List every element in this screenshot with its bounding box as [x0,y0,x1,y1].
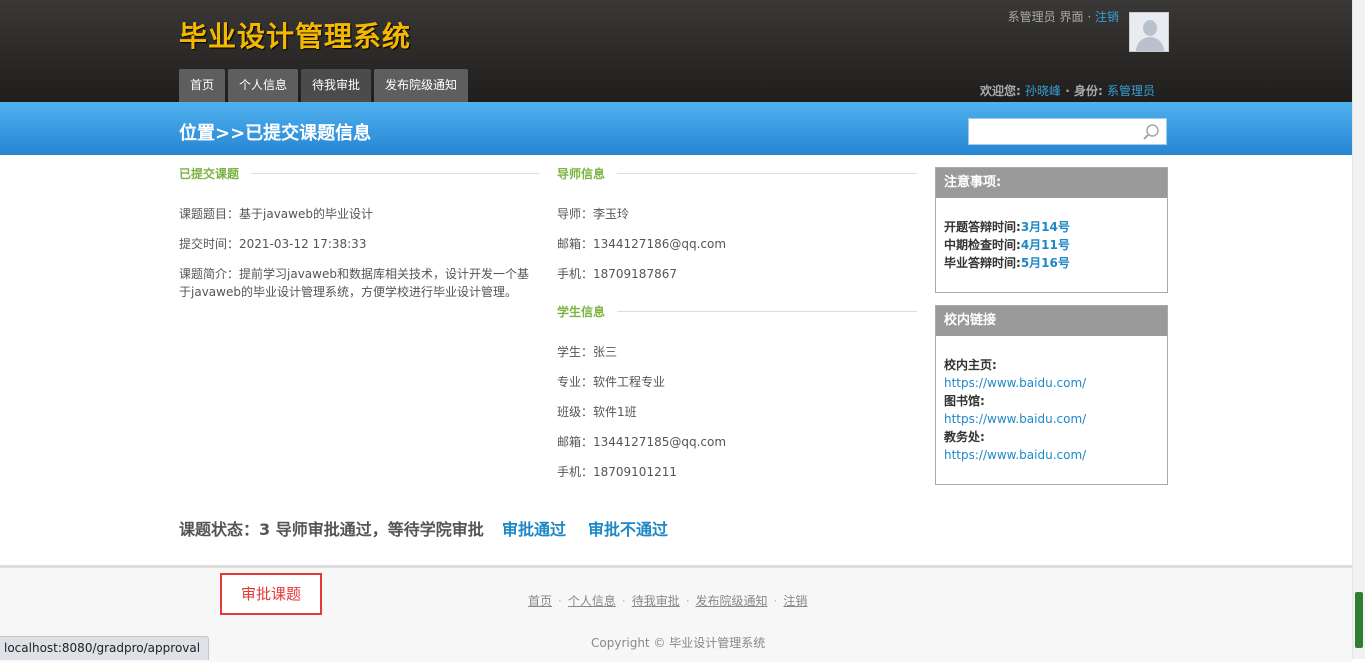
link-label-text: 校内主页: [944,358,997,372]
student-major: 专业：软件工程专业 [557,375,666,389]
links-list: 校内主页: https://www.baidu.com/ 图书馆: https:… [936,336,1167,472]
section-title: 学生信息 [557,305,606,319]
notice-label: 中期检查时间: [944,238,1021,252]
approve-link[interactable]: 审批通过 [502,516,566,540]
avatar-head-icon [1143,20,1157,36]
separator: · [1087,10,1092,24]
topic-title: 课题题目：基于javaweb的毕业设计 [179,207,373,221]
breadcrumb: 位置>>已提交课题信息 [179,123,372,144]
section-student-info: 学生信息 [557,303,917,320]
notice-value: 5月16号 [1020,256,1070,270]
divider [251,173,539,174]
footer-link-home[interactable]: 首页 [528,594,552,608]
footer-link-profile[interactable]: 个人信息 [568,594,616,608]
notice-value: 4月11号 [1020,238,1070,252]
user-top-bar: 系管理员 界面 · 注销 [1008,8,1119,25]
welcome-label: 欢迎您: [980,84,1021,98]
teacher-email: 邮箱：1344127186@qq.com [557,237,727,251]
notice-list: 开题答辩时间:3月14号 中期检查时间:4月11号 毕业答辩时间:5月16号 [936,198,1167,280]
section-submitted-topic: 已提交课题 [179,165,539,182]
notice-label: 开题答辩时间: [944,220,1021,234]
nav-tab-pending-approval[interactable]: 待我审批 [301,69,372,102]
user-name-link[interactable]: 孙晓峰 [1025,84,1061,98]
teacher-name: 导师：李玉玲 [557,207,630,221]
copyright: Copyright © 毕业设计管理系统 [591,636,766,650]
nav-tab-profile[interactable]: 个人信息 [228,69,299,102]
link-label: 校内主页: [944,356,1159,374]
role-interface-label: 系管理员 界面 [1007,10,1084,24]
notice-value: 3月14号 [1020,220,1070,234]
link-library[interactable]: https://www.baidu.com/ [944,412,1086,426]
logout-link[interactable]: 注销 [1095,10,1119,24]
avatar[interactable] [1129,12,1169,52]
list-item: 毕业答辩时间:5月16号 [944,254,1159,272]
top-header: 毕业设计管理系统 系管理员 界面 · 注销 首页 个人信息 待我审批 发布院级通… [0,0,1352,102]
link-label-text: 教务处: [944,430,985,444]
student-email: 邮箱：1344127185@qq.com [557,435,727,449]
footer-link-pending-approval[interactable]: 待我审批 [632,594,680,608]
search-icon[interactable] [1142,123,1160,141]
teacher-phone: 手机：18709187867 [557,267,677,281]
section-teacher-info: 导师信息 [557,165,917,182]
student-phone: 手机：18709101211 [557,465,677,479]
scrollbar[interactable] [1352,0,1365,659]
browser-status-url: localhost:8080/gradpro/approval [0,636,210,660]
avatar-body-icon [1136,37,1164,51]
welcome-info: 欢迎您: 孙晓峰 · 身份: 系管理员 [980,82,1155,99]
main-nav: 首页 个人信息 待我审批 发布院级通知 [179,69,469,102]
student-name: 学生：张三 [557,345,618,359]
footer-link-publish-notice[interactable]: 发布院级通知 [696,594,768,608]
identity-label: · 身份: [1065,84,1103,98]
notice-label: 毕业答辩时间: [944,256,1021,270]
nav-tab-publish-notice[interactable]: 发布院级通知 [374,69,469,102]
search-input[interactable] [973,120,1142,145]
breadcrumb-bar: 位置>>已提交课题信息 [0,102,1352,155]
divider [617,311,917,312]
notice-box: 注意事项: 开题答辩时间:3月14号 中期检查时间:4月11号 毕业答辩时间:5… [935,167,1168,293]
section-title: 导师信息 [557,167,606,181]
divider [617,173,917,174]
links-title: 校内链接 [936,306,1167,336]
link-label: 教务处: [944,428,1159,446]
student-class: 班级：软件1班 [557,405,637,419]
link-homepage[interactable]: https://www.baidu.com/ [944,376,1086,390]
footer-link-logout[interactable]: 注销 [783,594,807,608]
annotation-approve-topic: 审批课题 [220,573,322,615]
list-item: 开题答辩时间:3月14号 [944,218,1159,236]
reject-link[interactable]: 审批不通过 [588,516,668,540]
notice-title: 注意事项: [936,168,1167,198]
site-logo[interactable]: 毕业设计管理系统 [179,15,411,55]
nav-tab-home[interactable]: 首页 [179,69,226,102]
links-box: 校内链接 校内主页: https://www.baidu.com/ 图书馆: h… [935,305,1168,485]
list-item: 中期检查时间:4月11号 [944,236,1159,254]
link-academic-affairs[interactable]: https://www.baidu.com/ [944,448,1086,462]
separator: · [773,594,778,608]
topic-status: 课题状态：3 导师审批通过，等待学院审批 [179,520,484,539]
link-label: 图书馆: [944,392,1159,410]
separator: · [558,594,562,608]
section-title: 已提交课题 [179,167,240,181]
identity-link[interactable]: 系管理员 [1107,84,1155,98]
separator: · [621,594,626,608]
search-box [968,118,1167,145]
topic-submit-time: 提交时间：2021-03-12 17:38:33 [179,237,367,251]
link-label-text: 图书馆: [944,394,985,408]
topic-intro: 课题简介：提前学习javaweb和数据库相关技术，设计开发一个基于javaweb… [179,267,529,299]
separator: · [685,594,690,608]
scrollbar-thumb[interactable] [1355,592,1363,648]
footer-nav: 首页 · 个人信息 · 待我审批 · 发布院级通知 · 注销 [528,592,807,609]
